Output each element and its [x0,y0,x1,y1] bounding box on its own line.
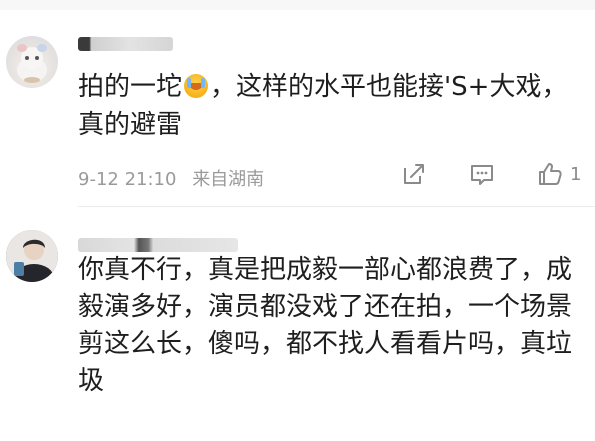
comment-location: 来自湖南 [192,169,265,190]
like-button[interactable]: 1 [536,158,581,190]
share-icon [404,164,424,184]
comment-item: 拍的一坨 ，这样的水平也能接'S+大戏，真的避雷 9-12 21:10 来自湖南 … [0,10,595,206]
comment-text: 你真不行，真是把成毅一部心都浪费了，成毅演多好，演员都没戏了还在拍，一个场景剪这… [78,255,573,396]
comment-time: 9-12 21:10 [78,169,177,190]
avatar[interactable] [6,36,58,88]
comment-icon [471,165,493,185]
share-button[interactable] [400,158,428,190]
like-icon [539,163,562,185]
comment-text-part1: 拍的一坨 [78,72,183,102]
avatar-image [17,44,47,83]
username-blurred[interactable] [78,238,238,252]
reply-button[interactable] [468,158,496,190]
cry-laugh-emoji-icon [184,74,209,98]
comment-meta: 9-12 21:10 来自湖南 [78,165,264,191]
comment-item: 你真不行，真是把成毅一部心都浪费了，成毅演多好，演员都没戏了还在拍，一个场景剪这… [0,206,595,441]
like-count: 1 [570,163,582,185]
top-strip [0,0,595,10]
avatar-image [6,230,58,282]
comment-text: 拍的一坨 ，这样的水平也能接'S+大戏，真的避雷 [78,68,583,144]
username-blurred[interactable] [78,37,173,51]
avatar[interactable] [6,230,58,282]
